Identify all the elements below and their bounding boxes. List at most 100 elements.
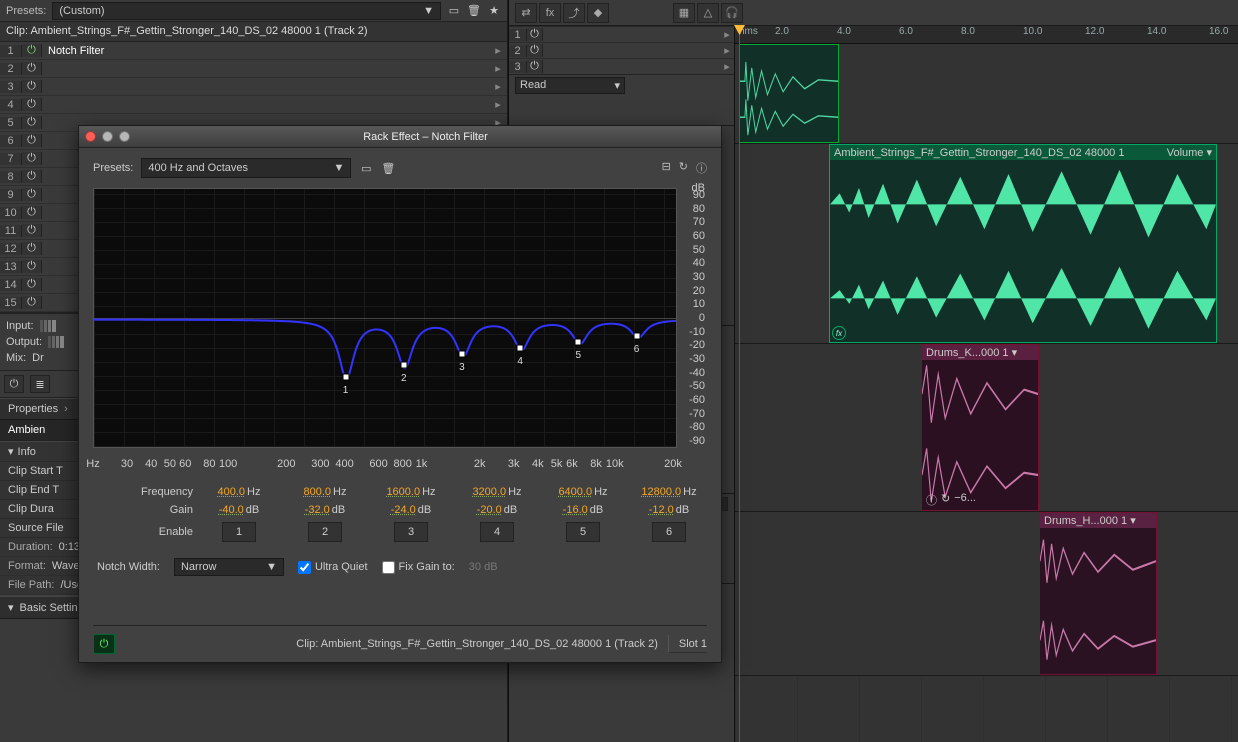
effect-slot-2[interactable]: 2⏻▸ xyxy=(0,60,507,78)
enable-toggle-3[interactable]: 3 xyxy=(394,522,428,542)
gain-value-2[interactable]: -32.0 xyxy=(305,504,330,516)
gain-value-4[interactable]: -20.0 xyxy=(477,504,502,516)
frequency-value-4[interactable]: 3200.0 xyxy=(472,486,506,498)
track1-slot-3[interactable]: 3⏻▸ xyxy=(509,58,734,74)
power-icon[interactable]: ⏻ xyxy=(22,188,42,201)
frequency-value-2[interactable]: 800.0 xyxy=(304,486,332,498)
keyframe-icon[interactable]: ◆ xyxy=(587,3,609,23)
power-icon[interactable]: ⏻ xyxy=(22,206,42,219)
enable-toggle-5[interactable]: 5 xyxy=(566,522,600,542)
mix-value[interactable]: Dr xyxy=(32,352,44,364)
clip-track1[interactable] xyxy=(739,44,839,143)
notch-point-5[interactable] xyxy=(575,339,582,346)
minimize-icon[interactable] xyxy=(102,131,113,142)
power-icon[interactable]: ⏻ xyxy=(527,60,543,73)
fx-icon[interactable]: fx xyxy=(539,3,561,23)
track1-slot-2[interactable]: 2⏻▸ xyxy=(509,42,734,58)
frequency-response-graph[interactable]: 123456 xyxy=(93,188,677,448)
zoom-icon[interactable]: ▦ xyxy=(673,3,695,23)
chevron-right-icon[interactable]: ▸ xyxy=(489,80,507,93)
chevron-right-icon[interactable]: ▸ xyxy=(489,62,507,75)
power-icon[interactable]: ⏻ xyxy=(22,242,42,255)
ultra-quiet-checkbox[interactable]: Ultra Quiet xyxy=(298,561,368,574)
favorite-icon[interactable]: ★ xyxy=(487,4,501,18)
envelope-icon[interactable]: ⤴ xyxy=(563,3,585,23)
power-icon[interactable]: ⏻ xyxy=(22,98,42,111)
track-2-lane[interactable]: Ambient_Strings_F#_Gettin_Stronger_140_D… xyxy=(735,144,1238,344)
track-lanes[interactable]: Ambient_Strings_F#_Gettin_Stronger_140_D… xyxy=(735,44,1238,742)
effect-slot-4[interactable]: 4⏻▸ xyxy=(0,96,507,114)
gain-value-6[interactable]: -12.0 xyxy=(649,504,674,516)
enable-toggle-1[interactable]: 1 xyxy=(222,522,256,542)
clip-drums-k[interactable]: Drums_K...000 1 ▾ ⓕ ↻ −6... xyxy=(921,344,1039,511)
delete-preset-icon[interactable]: 🗑 xyxy=(467,4,481,18)
power-icon[interactable]: ⏻ xyxy=(527,44,543,57)
effect-power-button[interactable]: ⏻ xyxy=(93,634,115,654)
power-icon[interactable]: ⏻ xyxy=(22,278,42,291)
notch-width-dropdown[interactable]: Narrow ▼ xyxy=(174,558,284,576)
enable-toggle-4[interactable]: 4 xyxy=(480,522,514,542)
graph-range-icon[interactable]: ⊟ xyxy=(662,160,671,176)
chevron-right-icon[interactable]: ▸ xyxy=(489,98,507,111)
enable-toggle-6[interactable]: 6 xyxy=(652,522,686,542)
fix-gain-checkbox[interactable]: Fix Gain to: xyxy=(382,561,455,574)
clip-loop-icon[interactable]: ↻ xyxy=(941,492,950,508)
track-3-lane[interactable]: Drums_K...000 1 ▾ ⓕ ↻ −6... xyxy=(735,344,1238,512)
power-icon[interactable]: ⏻ xyxy=(22,260,42,273)
delete-preset-icon[interactable]: 🗑 xyxy=(381,161,395,175)
power-icon[interactable]: ⏻ xyxy=(22,116,42,129)
save-preset-icon[interactable]: ▭ xyxy=(447,4,461,18)
playhead[interactable] xyxy=(739,26,740,742)
info-icon[interactable]: ⓘ xyxy=(696,160,707,176)
clip-ambient-strings[interactable]: Ambient_Strings_F#_Gettin_Stronger_140_D… xyxy=(829,144,1217,343)
effect-slot-3[interactable]: 3⏻▸ xyxy=(0,78,507,96)
zoom-icon[interactable] xyxy=(119,131,130,142)
power-icon[interactable]: ⏻ xyxy=(527,28,543,41)
close-icon[interactable] xyxy=(85,131,96,142)
dialog-titlebar[interactable]: Rack Effect – Notch Filter xyxy=(79,126,721,148)
notch-point-3[interactable] xyxy=(458,350,465,357)
chevron-right-icon[interactable]: ▸ xyxy=(489,44,507,57)
rack-list-button[interactable]: ≣ xyxy=(30,375,50,393)
clip-fx-icon[interactable]: ⓕ xyxy=(926,492,937,508)
frequency-value-3[interactable]: 1600.0 xyxy=(386,486,420,498)
notch-point-1[interactable] xyxy=(342,373,349,380)
power-icon[interactable]: ⏻ xyxy=(22,80,42,93)
clip-fx-icon[interactable]: fx xyxy=(832,326,846,340)
clip-drums-h[interactable]: Drums_H...000 1 ▾ xyxy=(1039,512,1157,675)
clip-title-bar[interactable]: Ambient_Strings_F#_Gettin_Stronger_140_D… xyxy=(830,145,1216,160)
snap-icon[interactable]: ⇄ xyxy=(515,3,537,23)
gain-value-3[interactable]: -24.0 xyxy=(391,504,416,516)
power-icon[interactable]: ⏻ xyxy=(22,170,42,183)
loop-icon[interactable]: ↻ xyxy=(679,160,688,176)
frequency-value-5[interactable]: 6400.0 xyxy=(558,486,592,498)
presets-dropdown[interactable]: (Custom) ▼ xyxy=(52,2,441,20)
rack-power-button[interactable]: ⏻ xyxy=(4,375,24,393)
headphone-icon[interactable]: 🎧 xyxy=(721,3,743,23)
power-icon[interactable]: ⏻ xyxy=(22,296,42,309)
power-icon[interactable]: ⏻ xyxy=(22,62,42,75)
track-4-lane[interactable]: Drums_H...000 1 ▾ xyxy=(735,512,1238,676)
power-icon[interactable]: ⏻ xyxy=(22,152,42,165)
save-preset-icon[interactable]: ▭ xyxy=(359,161,373,175)
metronome-icon[interactable]: △ xyxy=(697,3,719,23)
gain-value-5[interactable]: -16.0 xyxy=(563,504,588,516)
x-tick: 8k xyxy=(590,458,602,470)
clip-volume-menu[interactable]: Volume ▾ xyxy=(1167,146,1212,159)
power-icon[interactable]: ⏻ xyxy=(22,134,42,147)
notch-point-4[interactable] xyxy=(517,344,524,351)
power-icon[interactable]: ⏻ xyxy=(22,224,42,237)
notch-point-2[interactable] xyxy=(400,362,407,369)
enable-toggle-2[interactable]: 2 xyxy=(308,522,342,542)
time-ruler[interactable]: hms 2.04.06.08.010.012.014.016.0 xyxy=(735,26,1238,44)
effect-slot-1[interactable]: 1⏻Notch Filter▸ xyxy=(0,42,507,60)
dialog-presets-dropdown[interactable]: 400 Hz and Octaves ▼ xyxy=(141,158,351,178)
track-1-lane[interactable] xyxy=(735,44,1238,144)
frequency-value-1[interactable]: 400.0 xyxy=(218,486,246,498)
notch-point-6[interactable] xyxy=(633,333,640,340)
track1-slot-1[interactable]: 1⏻▸ xyxy=(509,26,734,42)
automation-dropdown[interactable]: Read▾ xyxy=(515,77,625,94)
power-icon[interactable]: ⏻ xyxy=(22,44,42,57)
gain-value-1[interactable]: -40.0 xyxy=(219,504,244,516)
frequency-value-6[interactable]: 12800.0 xyxy=(641,486,681,498)
